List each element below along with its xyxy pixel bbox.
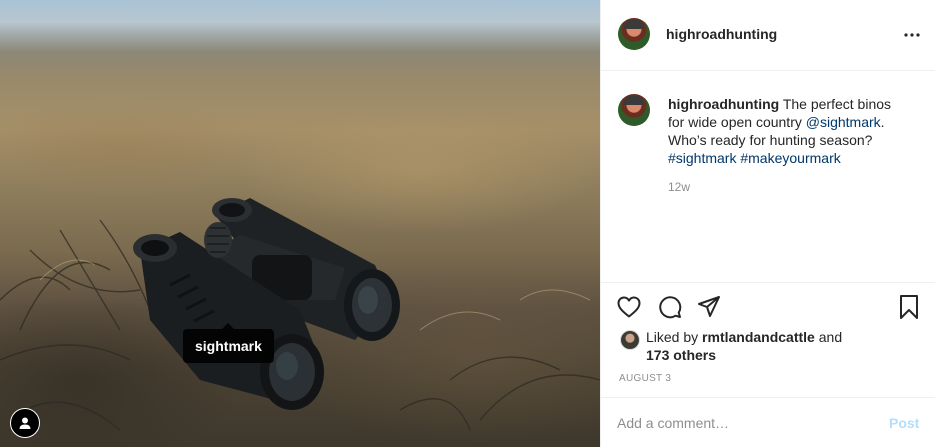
like-button[interactable] <box>615 293 643 321</box>
caption-avatar[interactable] <box>618 94 650 126</box>
caption-section: highroadhunting The perfect binos for wi… <box>601 71 935 282</box>
binoculars-scene <box>0 198 600 431</box>
liked-by-others[interactable]: 173 others <box>646 347 716 363</box>
post-actions: Liked by rmtlandandcattle and 173 others … <box>601 282 935 398</box>
caption-text: highroadhunting The perfect binos for wi… <box>668 95 908 167</box>
post-header: highroadhunting <box>601 0 935 71</box>
caption-age[interactable]: 12w <box>668 180 690 194</box>
hashtag-link-1[interactable]: #sightmark <box>668 150 736 166</box>
product-tag-label[interactable]: sightmark <box>183 323 274 363</box>
liked-by-text: Liked by rmtlandandcattle and 173 others <box>646 328 916 364</box>
post-photo[interactable]: sightmark <box>0 0 600 447</box>
liked-by-user[interactable]: rmtlandandcattle <box>702 329 815 345</box>
tagged-users-button[interactable] <box>10 408 40 438</box>
liker-avatar[interactable] <box>620 330 640 350</box>
binoculars <box>133 198 400 410</box>
paper-plane-icon <box>698 296 720 317</box>
more-options-button[interactable] <box>901 24 923 46</box>
liked-by-conjunction: and <box>814 329 843 345</box>
share-button[interactable] <box>695 293 723 321</box>
liked-by-prefix: Liked by <box>646 329 703 345</box>
comment-box: Post <box>601 397 935 447</box>
comment-input[interactable] <box>617 413 867 433</box>
comment-icon <box>659 296 682 319</box>
bookmark-icon <box>900 295 918 319</box>
mention-link[interactable]: @sightmark <box>806 114 881 130</box>
more-horizontal-icon <box>904 33 920 37</box>
hashtag-link-2[interactable]: #makeyourmark <box>740 150 840 166</box>
post-details-panel: highroadhunting highroadhunting The perf… <box>600 0 935 447</box>
caption-username[interactable]: highroadhunting <box>668 96 779 112</box>
heart-icon <box>617 296 641 318</box>
save-button[interactable] <box>895 293 923 321</box>
header-username[interactable]: highroadhunting <box>666 26 777 42</box>
comment-button[interactable] <box>656 293 684 321</box>
avatar[interactable] <box>618 18 650 50</box>
user-icon <box>19 417 31 429</box>
post-comment-button[interactable]: Post <box>889 415 919 431</box>
post-date[interactable]: AUGUST 3 <box>619 373 671 384</box>
